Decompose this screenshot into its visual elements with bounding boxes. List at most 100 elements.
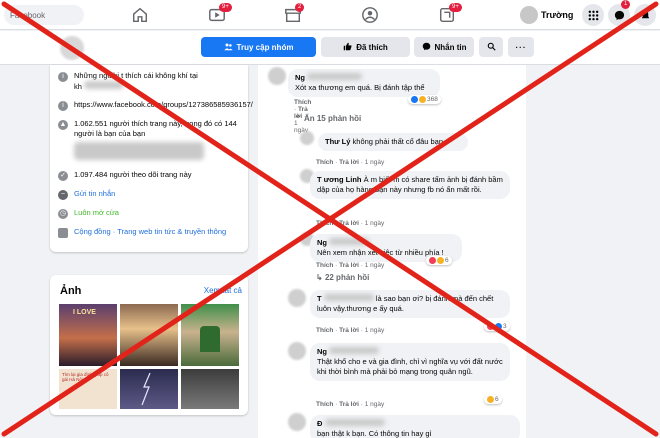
message-button[interactable]: Nhắn tin	[414, 37, 474, 57]
search-button[interactable]	[479, 37, 503, 57]
reply-actions: Thích · Trả lời · 1 ngày	[316, 159, 385, 166]
reaction-count[interactable]: 6	[484, 395, 502, 404]
comments-panel: Ng Xót xa thương em quá. Bị đánh tập thể…	[258, 65, 526, 438]
clock-icon: ◷	[58, 209, 68, 219]
like-reaction-icon	[495, 323, 502, 330]
watch-icon[interactable]: 9+	[208, 3, 232, 24]
replier-name[interactable]: Thư Lý	[325, 137, 350, 146]
group-header-bar: Truy cập nhóm Đã thích Nhắn tin ···	[0, 31, 660, 65]
top-navigation-bar: Facebook 9+ 2 9+ Trường 1	[0, 0, 660, 30]
notifications-bell-icon[interactable]	[634, 4, 656, 26]
tag-icon	[58, 228, 68, 238]
replier-name[interactable]: Ng	[317, 238, 327, 247]
poster-text: Tìm lại gia đình giúp cô gái Hà Nội	[62, 372, 109, 382]
replier-name[interactable]: T ương Linh	[317, 175, 362, 184]
globe-icon: i	[58, 101, 68, 111]
photo-thumb-5[interactable]	[120, 369, 178, 409]
messenger-icon[interactable]: 1	[608, 0, 631, 26]
profile-avatar[interactable]	[520, 6, 538, 24]
sad-reaction-icon	[487, 396, 494, 403]
reply-actions: Thích · Trả lời · 1 ngày	[316, 262, 385, 269]
blurred-name	[323, 294, 374, 301]
comment-text: bạn thật k bạn. Có thông tin hay gì	[317, 429, 432, 438]
comment-text: Thật khổ cho e và gia đình, chỉ vì nghĩa…	[317, 357, 503, 376]
info-icon: i	[58, 72, 68, 82]
likes-count-text: 1.062.551 người thích trang này, trong đ…	[74, 119, 237, 138]
about-card: i Những người t thích cái không khí tại …	[50, 65, 253, 252]
search-input[interactable]: Facebook	[4, 5, 84, 25]
reply-text: không phải thất cổ đâu bạn	[352, 137, 444, 146]
sad-reaction-icon	[419, 96, 426, 103]
profile-name[interactable]: Trường	[541, 10, 573, 20]
commenter-name[interactable]: Ng	[317, 347, 327, 356]
sad-reaction-icon	[437, 257, 444, 264]
friends-avatars	[50, 139, 248, 162]
category-link[interactable]: Cộng đồng · Trang web tin tức & truyền t…	[74, 227, 240, 238]
messenger-small-icon	[422, 42, 431, 53]
view-replies-link[interactable]: ↳ 22 phản hồi	[316, 273, 369, 282]
commenter-avatar[interactable]	[288, 342, 306, 360]
commenter-name[interactable]: Ng	[295, 73, 305, 82]
like-reaction-icon	[411, 96, 418, 103]
photo-thumb-4[interactable]: Tìm lại gia đình giúp cô gái Hà Nội	[59, 369, 117, 409]
reply-arrow-icon: ↳	[316, 273, 323, 282]
see-all-photos-link[interactable]: Xem tất cả	[204, 286, 242, 295]
visit-group-label: Truy cập nhóm	[236, 42, 294, 52]
commenter-avatar[interactable]	[288, 289, 306, 307]
photo-thumb-3[interactable]	[181, 304, 239, 366]
send-message-link[interactable]: Gửi tin nhắn	[74, 189, 240, 200]
marketplace-badge: 2	[295, 3, 305, 12]
like-count-icon: ▲	[58, 120, 68, 130]
commenter-name[interactable]: Đ	[317, 419, 322, 428]
hide-replies-toggle[interactable]: ⌃ Ẩn 15 phản hồi	[295, 114, 361, 123]
like-action[interactable]: Thích	[294, 99, 311, 106]
comment-bubble: Đ bạn thật k bạn. Có thông tin hay gì	[310, 415, 520, 438]
menu-grid-icon[interactable]	[582, 4, 604, 26]
home-icon[interactable]	[131, 6, 149, 24]
follows-count-text: 1.097.484 người theo dõi trang này	[74, 170, 192, 179]
blurred-text	[84, 81, 125, 89]
reaction-count[interactable]: 3	[484, 322, 510, 331]
send-message-row[interactable]: ~ Gửi tin nhắn	[50, 189, 248, 200]
watch-badge: 9+	[219, 3, 232, 12]
comment-actions: Thích · Trả lời · 1 ngày	[316, 401, 385, 408]
about-url-row: i https://www.facebook.com/groups/127386…	[50, 100, 253, 111]
comment-bubble: Ng Thật khổ cho e và gia đình, chỉ vì ng…	[310, 343, 510, 381]
comment-bubble: Ng Xót xa thương em quá. Bị đánh tập thể	[288, 69, 440, 97]
more-options-button[interactable]: ···	[508, 37, 534, 57]
reaction-count[interactable]: 6	[426, 256, 452, 265]
commenter-name[interactable]: T	[317, 294, 322, 303]
thumbs-up-icon	[343, 42, 352, 53]
blurred-name	[307, 73, 363, 80]
collapse-arrow-icon: ⌃	[295, 114, 302, 123]
more-dots-icon: ···	[515, 42, 527, 52]
replier-avatar[interactable]	[300, 131, 314, 145]
blurred-name	[329, 238, 370, 245]
photo-thumb-2[interactable]	[120, 304, 178, 366]
visit-group-button[interactable]: Truy cập nhóm	[201, 37, 316, 57]
reply-bubble: T ương Linh À m biết m có share tấm ảnh …	[310, 171, 510, 199]
groups-icon[interactable]	[361, 6, 379, 24]
gaming-badge: 9+	[449, 3, 462, 12]
reply-text: Nên xem nhận xét việc từ nhiều phía !	[317, 248, 444, 257]
search-icon	[487, 42, 496, 53]
liked-button[interactable]: Đã thích	[321, 37, 410, 57]
about-likes-row: ▲ 1.062.551 người thích trang này, trong…	[50, 119, 248, 139]
liked-label: Đã thích	[356, 42, 388, 52]
reply-actions: Thích · Trả lời · 1 ngày	[316, 220, 385, 227]
reaction-count[interactable]: 368	[408, 95, 441, 104]
reply-bubble: Thư Lý không phải thất cổ đâu bạn	[318, 133, 468, 151]
group-url[interactable]: https://www.facebook.com/groups/12738658…	[74, 100, 253, 111]
hours-row: ◷ Luôn mở cửa	[50, 208, 248, 219]
photo-thumb-1[interactable]: I LOVE	[59, 304, 117, 366]
photos-title: Ảnh	[60, 285, 82, 297]
message-label: Nhắn tin	[434, 42, 467, 52]
about-description: Những người t thích cái không khí tại kh	[74, 71, 198, 91]
commenter-avatar[interactable]	[268, 67, 286, 85]
photo-thumb-6[interactable]	[181, 369, 239, 409]
comment-bubble: T là sao bạn ơi? bị đánh mà đến chết luô…	[310, 290, 510, 318]
gaming-icon[interactable]: 9+	[438, 3, 462, 24]
marketplace-icon[interactable]: 2	[284, 3, 305, 24]
comment-actions: Thích · Trả lời · 1 ngày	[316, 327, 385, 334]
commenter-avatar[interactable]	[288, 413, 306, 431]
